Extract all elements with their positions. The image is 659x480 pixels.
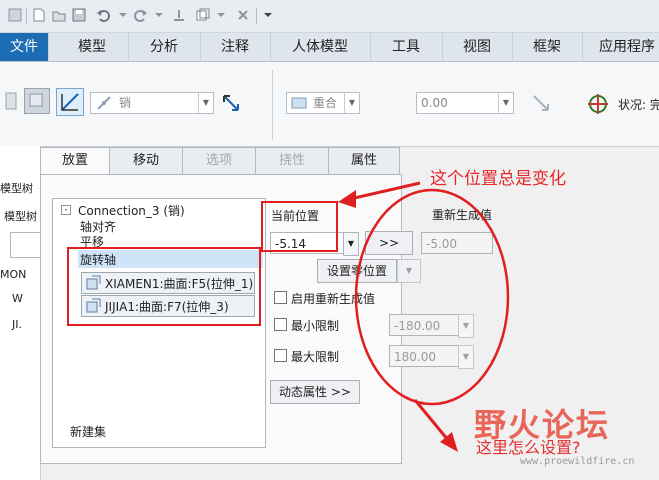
watermark-url: www.proewildfire.cn [520, 456, 635, 467]
annotation-text-top: 这个位置总是变化 [430, 169, 566, 189]
watermark-logo-text: 野火论坛 [474, 406, 611, 444]
watermark-logo: 野火论坛 [474, 400, 610, 446]
